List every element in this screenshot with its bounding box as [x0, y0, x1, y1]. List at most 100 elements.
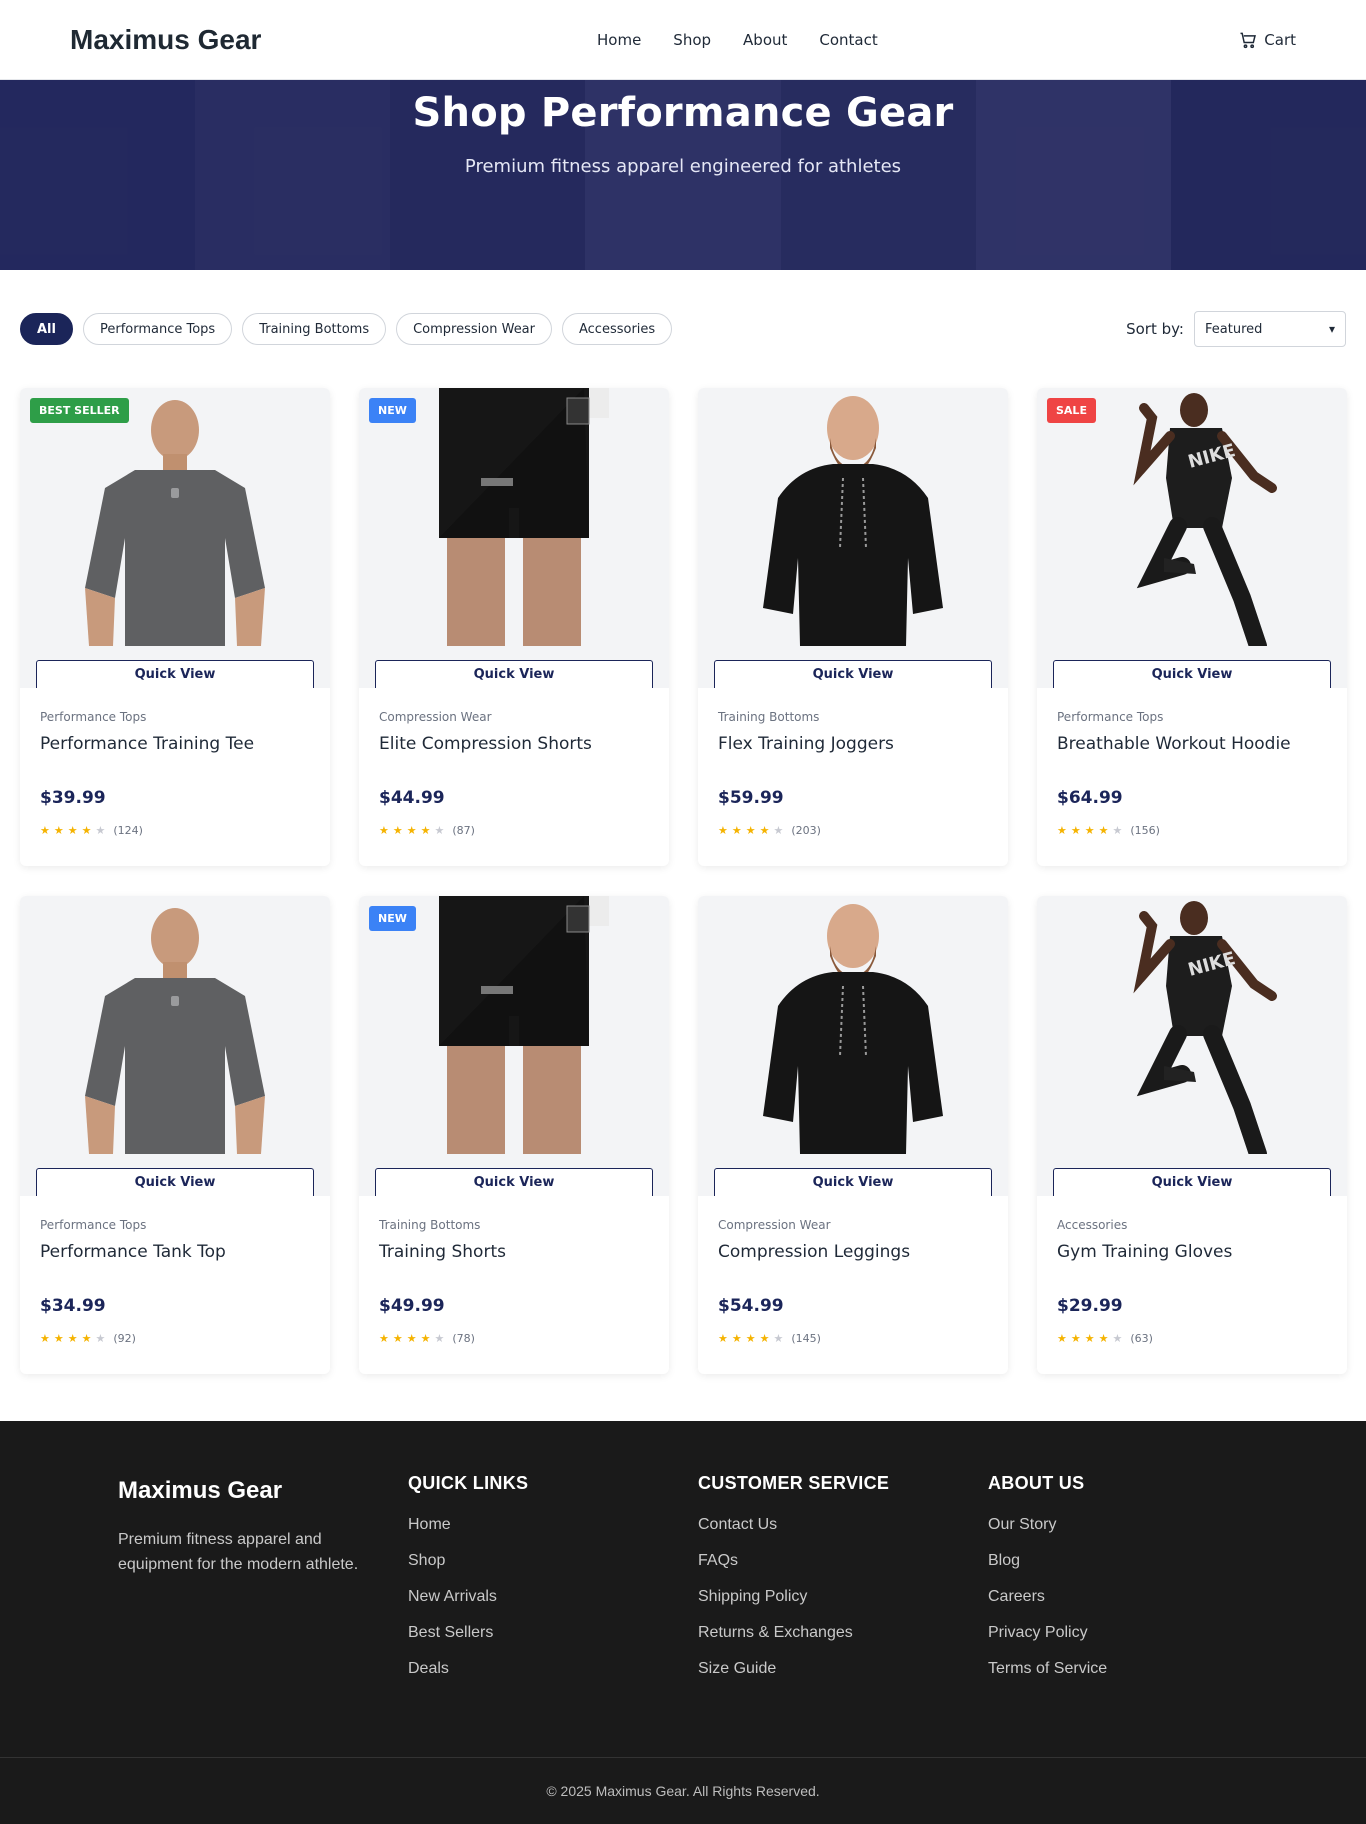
nav-contact[interactable]: Contact: [819, 31, 877, 49]
quick-view-button[interactable]: Quick View: [1053, 660, 1331, 688]
sort-select[interactable]: Featured ▾: [1194, 311, 1346, 347]
quick-view-button[interactable]: Quick View: [714, 660, 992, 688]
quick-view-button[interactable]: Quick View: [714, 1168, 992, 1196]
product-image[interactable]: Quick View: [698, 388, 1008, 688]
product-image[interactable]: Quick View: [20, 896, 330, 1196]
footer-link[interactable]: Blog: [988, 1552, 1278, 1588]
product-card[interactable]: Quick View Training Bottoms Flex Trainin…: [698, 388, 1008, 866]
product-photo: [20, 896, 330, 1154]
footer-link[interactable]: Careers: [988, 1588, 1278, 1624]
review-count: (203): [791, 824, 821, 837]
quick-view-button[interactable]: Quick View: [36, 660, 314, 688]
product-rating: ★★★★★ (156): [1057, 824, 1327, 837]
footer-logo: Maximus Gear: [118, 1477, 283, 1504]
star-rating-icons: ★★★★★: [718, 824, 788, 837]
product-image[interactable]: NIKE Quick View: [1037, 896, 1347, 1196]
footer-link[interactable]: Home: [408, 1516, 698, 1552]
nav-home[interactable]: Home: [597, 31, 641, 49]
product-card[interactable]: NIKE Quick View Accessories Gym Training…: [1037, 896, 1347, 1374]
product-name[interactable]: Elite Compression Shorts: [379, 734, 649, 754]
product-card[interactable]: Quick View Compression Wear Compression …: [698, 896, 1008, 1374]
product-category: Accessories: [1057, 1218, 1128, 1232]
nav-about[interactable]: About: [743, 31, 787, 49]
product-grid: BEST SELLER Quick View Performance Tops …: [0, 388, 1366, 1374]
product-card[interactable]: NEW Quick View Training Bottoms Training…: [359, 896, 669, 1374]
footer-link[interactable]: Size Guide: [698, 1660, 988, 1696]
product-name[interactable]: Performance Tank Top: [40, 1242, 310, 1262]
site-footer: Maximus Gear Premium fitness apparel and…: [0, 1421, 1366, 1824]
quick-view-button[interactable]: Quick View: [375, 1168, 653, 1196]
product-name[interactable]: Training Shorts: [379, 1242, 649, 1262]
product-image[interactable]: NEW Quick View: [359, 896, 669, 1196]
filter-training-bottoms[interactable]: Training Bottoms: [242, 313, 387, 345]
footer-link[interactable]: Privacy Policy: [988, 1624, 1278, 1660]
quick-view-button[interactable]: Quick View: [375, 660, 653, 688]
product-card[interactable]: Quick View Performance Tops Performance …: [20, 896, 330, 1374]
product-badge: NEW: [369, 398, 416, 423]
star-rating-icons: ★★★★★: [379, 824, 449, 837]
filter-accessories[interactable]: Accessories: [562, 313, 673, 345]
product-image[interactable]: NEW Quick View: [359, 388, 669, 688]
product-category: Training Bottoms: [379, 1218, 481, 1232]
product-category: Compression Wear: [379, 710, 492, 724]
product-image[interactable]: Quick View: [698, 896, 1008, 1196]
quick-view-button[interactable]: Quick View: [36, 1168, 314, 1196]
product-badge: NEW: [369, 906, 416, 931]
footer-link[interactable]: New Arrivals: [408, 1588, 698, 1624]
product-category: Compression Wear: [718, 1218, 831, 1232]
footer-link[interactable]: Terms of Service: [988, 1660, 1278, 1696]
footer-brand-column: Maximus Gear Premium fitness apparel and…: [118, 1473, 408, 1696]
product-image[interactable]: SALE NIKE Quick View: [1037, 388, 1347, 688]
product-name[interactable]: Compression Leggings: [718, 1242, 988, 1262]
star-rating-icons: ★★★★★: [40, 1332, 110, 1345]
product-name[interactable]: Breathable Workout Hoodie: [1057, 734, 1327, 754]
star-rating-icons: ★★★★★: [40, 824, 110, 837]
filter-compression-wear[interactable]: Compression Wear: [396, 313, 552, 345]
filter-bar: All Performance Tops Training Bottoms Co…: [0, 270, 1366, 388]
cart-link[interactable]: Cart: [1238, 30, 1296, 50]
hero-subtitle: Premium fitness apparel engineered for a…: [464, 156, 902, 177]
product-category: Performance Tops: [40, 1218, 147, 1232]
product-image[interactable]: BEST SELLER Quick View: [20, 388, 330, 688]
chevron-down-icon: ▾: [1328, 322, 1335, 336]
product-rating: ★★★★★ (63): [1057, 1332, 1327, 1345]
product-category: Performance Tops: [1057, 710, 1164, 724]
product-name[interactable]: Performance Training Tee: [40, 734, 310, 754]
cart-label: Cart: [1264, 30, 1296, 49]
filter-all[interactable]: All: [20, 313, 73, 345]
site-header: Maximus Gear Home Shop About Contact Car…: [0, 0, 1366, 80]
star-rating-icons: ★★★★★: [1057, 824, 1127, 837]
footer-link[interactable]: Shop: [408, 1552, 698, 1588]
product-name[interactable]: Gym Training Gloves: [1057, 1242, 1327, 1262]
hero-banner: Shop Performance Gear Premium fitness ap…: [0, 80, 1366, 270]
filter-performance-tops[interactable]: Performance Tops: [82, 313, 233, 345]
footer-link[interactable]: FAQs: [698, 1552, 988, 1588]
cart-icon: [1240, 32, 1257, 48]
product-price: $44.99: [379, 788, 445, 808]
footer-link[interactable]: Best Sellers: [408, 1624, 698, 1660]
site-logo[interactable]: Maximus Gear: [70, 24, 261, 56]
product-photo: NIKE: [1037, 896, 1347, 1154]
footer-link[interactable]: Our Story: [988, 1516, 1278, 1552]
nav-shop[interactable]: Shop: [673, 31, 711, 49]
product-category: Training Bottoms: [718, 710, 820, 724]
quick-view-button[interactable]: Quick View: [1053, 1168, 1331, 1196]
review-count: (124): [113, 824, 143, 837]
product-card[interactable]: BEST SELLER Quick View Performance Tops …: [20, 388, 330, 866]
product-price: $34.99: [40, 1296, 106, 1316]
product-name[interactable]: Flex Training Joggers: [718, 734, 988, 754]
footer-link[interactable]: Deals: [408, 1660, 698, 1696]
product-photo: [698, 388, 1008, 646]
product-price: $49.99: [379, 1296, 445, 1316]
product-card[interactable]: NEW Quick View Compression Wear Elite Co…: [359, 388, 669, 866]
footer-link[interactable]: Shipping Policy: [698, 1588, 988, 1624]
product-rating: ★★★★★ (124): [40, 824, 310, 837]
footer-link[interactable]: Contact Us: [698, 1516, 988, 1552]
product-card[interactable]: SALE NIKE Quick View Performance Tops Br…: [1037, 388, 1347, 866]
footer-heading: CUSTOMER SERVICE: [698, 1473, 890, 1493]
footer-link[interactable]: Returns & Exchanges: [698, 1624, 988, 1660]
product-photo: [698, 896, 1008, 1154]
review-count: (156): [1130, 824, 1160, 837]
sort-value: Featured: [1205, 321, 1263, 337]
footer-about-us: ABOUT US Our Story Blog Careers Privacy …: [988, 1473, 1278, 1696]
